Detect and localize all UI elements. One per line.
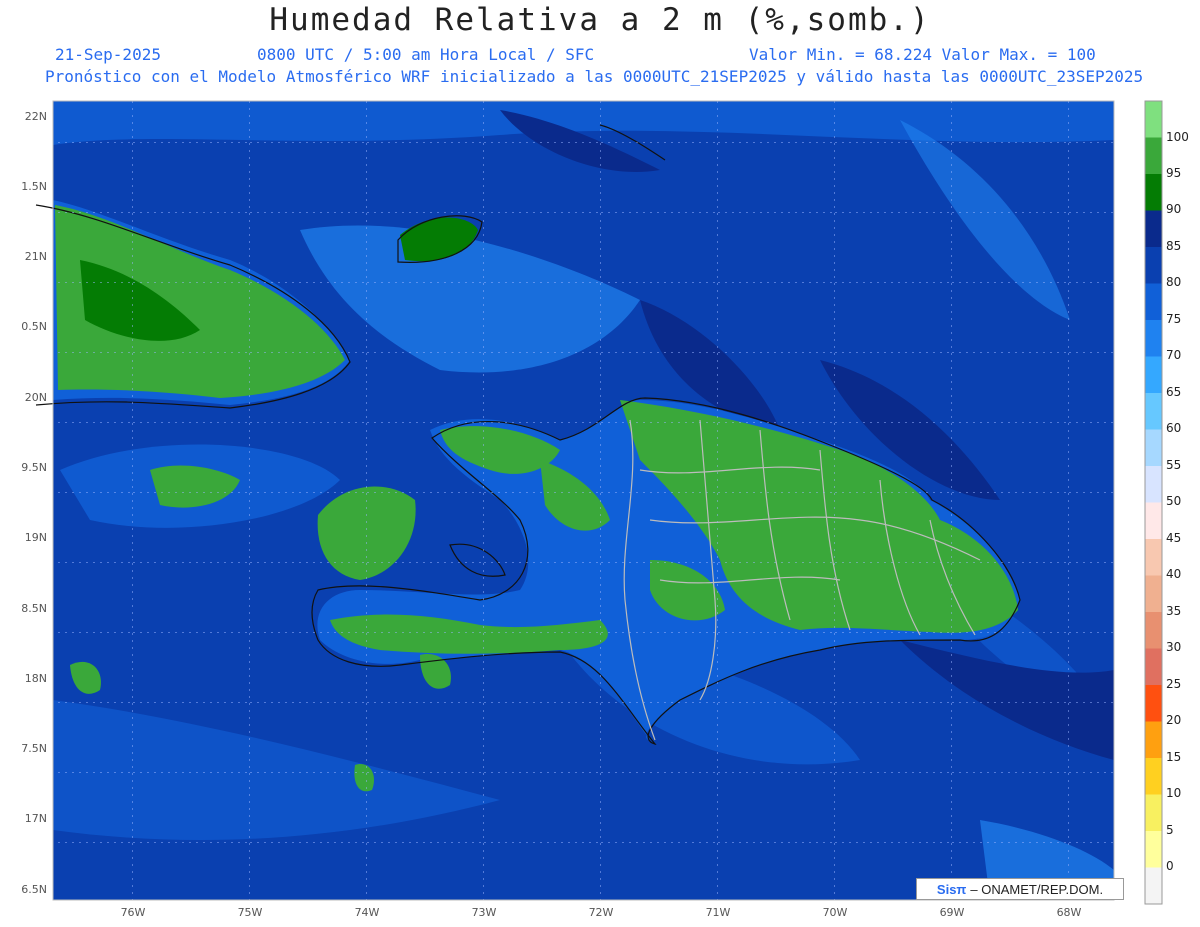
lat-label: 20N <box>25 391 47 404</box>
colorbar-swatch <box>1145 502 1162 540</box>
colorbar-label: 80 <box>1166 275 1181 289</box>
graticule <box>53 101 1114 900</box>
lat-label: 17N <box>25 812 47 825</box>
lat-label: 8.5N <box>21 602 47 615</box>
colorbar-swatch <box>1145 174 1162 211</box>
lon-label: 70W <box>823 906 848 919</box>
credit-box: Sisπ – ONAMET/REP.DOM. <box>916 878 1124 900</box>
lon-label: 74W <box>355 906 380 919</box>
colorbar-label: 15 <box>1166 750 1181 764</box>
colorbar-swatch <box>1145 794 1162 832</box>
longitude-labels: 76W 75W 74W 73W 72W 71W 70W 69W 68W <box>121 906 1082 919</box>
colorbar-swatch <box>1145 685 1162 722</box>
colorbar-labels: 100 95 90 85 80 75 70 65 60 55 50 45 40 … <box>1166 130 1189 873</box>
lon-label: 71W <box>706 906 731 919</box>
colorbar-swatch <box>1145 575 1162 613</box>
colorbar <box>1144 100 1163 905</box>
colorbar-label: 60 <box>1166 421 1181 435</box>
colorbar-label: 70 <box>1166 348 1181 362</box>
colorbar-swatch <box>1145 612 1162 649</box>
colorbar-label: 30 <box>1166 640 1181 654</box>
lon-label: 72W <box>589 906 614 919</box>
colorbar-swatch <box>1145 758 1162 795</box>
latitude-labels: 22N 1.5N 21N 0.5N 20N 9.5N 19N 8.5N 18N … <box>21 110 47 896</box>
lat-label: 22N <box>25 110 47 123</box>
lon-label: 75W <box>238 906 263 919</box>
humidity-map: 22N 1.5N 21N 0.5N 20N 9.5N 19N 8.5N 18N … <box>21 100 1189 919</box>
colorbar-label: 40 <box>1166 567 1181 581</box>
colorbar-swatch <box>1145 466 1162 503</box>
colorbar-swatch <box>1145 356 1162 394</box>
lat-label: 9.5N <box>21 461 47 474</box>
lat-label: 21N <box>25 250 47 263</box>
colorbar-label: 25 <box>1166 677 1181 691</box>
colorbar-swatch <box>1145 393 1162 430</box>
colorbar-label: 5 <box>1166 823 1174 837</box>
lat-label: 1.5N <box>21 180 47 193</box>
colorbar-swatch <box>1145 867 1162 905</box>
colorbar-swatch <box>1145 210 1162 248</box>
colorbar-label: 45 <box>1166 531 1181 545</box>
lon-label: 68W <box>1057 906 1082 919</box>
colorbar-label: 20 <box>1166 713 1181 727</box>
lat-label: 18N <box>25 672 47 685</box>
colorbar-label: 85 <box>1166 239 1181 253</box>
lon-label: 73W <box>472 906 497 919</box>
colorbar-swatch <box>1145 101 1162 138</box>
colorbar-label: 0 <box>1166 859 1174 873</box>
lon-label: 69W <box>940 906 965 919</box>
colorbar-swatch <box>1145 137 1162 175</box>
lat-label: 7.5N <box>21 742 47 755</box>
colorbar-label: 100 <box>1166 130 1189 144</box>
lat-label: 6.5N <box>21 883 47 896</box>
colorbar-swatch <box>1145 429 1162 467</box>
colorbar-swatch <box>1145 247 1162 284</box>
colorbar-swatch <box>1145 721 1162 759</box>
colorbar-label: 75 <box>1166 312 1181 326</box>
colorbar-swatch <box>1145 831 1162 868</box>
colorbar-swatch <box>1145 320 1162 357</box>
colorbar-label: 50 <box>1166 494 1181 508</box>
colorbar-label: 65 <box>1166 385 1181 399</box>
colorbar-label: 35 <box>1166 604 1181 618</box>
colorbar-label: 10 <box>1166 786 1181 800</box>
colorbar-swatch <box>1145 283 1162 321</box>
credit-brand: Sisπ <box>936 881 967 897</box>
colorbar-label: 95 <box>1166 166 1181 180</box>
lat-label: 19N <box>25 531 47 544</box>
colorbar-label: 55 <box>1166 458 1181 472</box>
colorbar-label: 90 <box>1166 202 1181 216</box>
lat-label: 0.5N <box>21 320 47 333</box>
lon-label: 76W <box>121 906 146 919</box>
colorbar-swatch <box>1145 539 1162 576</box>
credit-text: – ONAMET/REP.DOM. <box>970 881 1104 897</box>
colorbar-swatch <box>1145 648 1162 686</box>
